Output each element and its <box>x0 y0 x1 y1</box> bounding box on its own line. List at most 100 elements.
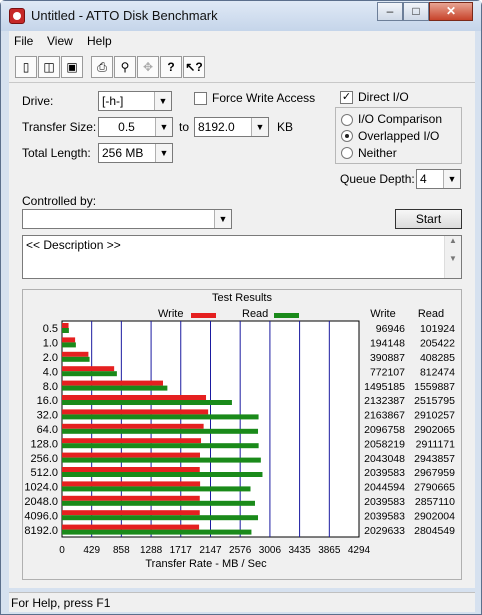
controlled-by-select[interactable]: ▼ <box>22 209 232 229</box>
total-length-select[interactable]: 256 MB ▼ <box>98 143 173 163</box>
app-window: Untitled - ATTO Disk Benchmark – □ ✕ Fil… <box>0 0 482 615</box>
x-tick-label: 2576 <box>229 545 252 556</box>
write-value: 2058219 <box>364 438 405 450</box>
chevron-down-icon[interactable]: ▼ <box>155 144 172 162</box>
plot-area: 0 429 858 1288 1717 2147 2576 3006 3435 3865 4294 0… <box>24 320 455 556</box>
controlled-by-label: Controlled by: <box>22 194 97 208</box>
legend-write-label: Write <box>158 308 183 320</box>
category-label: 16.0 <box>37 395 58 407</box>
write-bar <box>62 351 89 357</box>
write-bar <box>62 380 163 386</box>
description-box[interactable]: << Description >> ▲ ▼ <box>22 235 462 279</box>
read-bar <box>62 457 261 463</box>
help-icon[interactable]: ? <box>160 56 182 78</box>
menu-bar: File View Help <box>9 31 475 51</box>
chevron-down-icon[interactable]: ▼ <box>443 170 460 188</box>
print-icon[interactable]: ⎙ <box>91 56 113 78</box>
write-bar <box>62 467 200 472</box>
read-bar <box>62 443 259 449</box>
total-length-value: 256 MB <box>102 146 144 160</box>
drive-value: [-h-] <box>102 94 124 108</box>
queue-depth-label: Queue Depth: <box>340 172 415 186</box>
minimize-button[interactable]: – <box>377 2 403 21</box>
description-scrollbar[interactable]: ▲ ▼ <box>444 236 461 278</box>
maximize-button[interactable]: □ <box>403 2 429 21</box>
move-icon[interactable]: ✥ <box>137 56 159 78</box>
write-value: 2029633 <box>364 525 405 537</box>
transfer-size-from-select[interactable]: 0.5 ▼ <box>98 117 173 137</box>
results-chart: Test Results Write Read Write Read 0 429 8… <box>23 290 461 579</box>
x-tick-label: 1717 <box>170 545 193 556</box>
category-label: 4096.0 <box>24 510 58 522</box>
overlapped-io-radio[interactable] <box>341 130 353 142</box>
neither-radio[interactable] <box>341 147 353 159</box>
toolbar: ▯ ◫ ▣ ⎙ ⚲ ✥ ? ↖? <box>9 51 475 83</box>
read-value: 2515795 <box>414 395 455 407</box>
category-label: 8.0 <box>43 381 58 393</box>
transfer-size-to-select[interactable]: 8192.0 ▼ <box>194 117 269 137</box>
chevron-down-icon[interactable]: ▼ <box>214 210 231 228</box>
direct-io-checkbox[interactable]: ✓ <box>340 91 353 104</box>
save-icon[interactable]: ▣ <box>61 56 83 78</box>
test-results-panel: Test Results Write Read Write Read 0 429 8… <box>22 289 462 580</box>
read-bar <box>62 414 259 420</box>
menu-help[interactable]: Help <box>87 34 112 48</box>
chevron-down-icon[interactable]: ▼ <box>251 118 268 136</box>
table-header-write: Write <box>370 308 395 320</box>
write-value: 2039583 <box>364 467 405 479</box>
open-folder-icon[interactable]: ◫ <box>38 56 60 78</box>
print-preview-icon[interactable]: ⚲ <box>114 56 136 78</box>
category-label: 8192.0 <box>24 525 58 537</box>
menu-view[interactable]: View <box>47 34 73 48</box>
legend-read-swatch <box>274 313 299 318</box>
transfer-size-label: Transfer Size: <box>22 120 97 134</box>
main-panel: Drive: [-h-] ▼ Transfer Size: 0.5 ▼ to 8… <box>9 83 475 588</box>
chevron-down-icon[interactable]: ▼ <box>155 118 172 136</box>
write-value: 2163867 <box>364 410 405 422</box>
x-tick-label: 429 <box>83 545 100 556</box>
category-label: 2048.0 <box>24 496 58 508</box>
read-bar <box>62 342 76 348</box>
drive-select[interactable]: [-h-] ▼ <box>98 91 172 111</box>
start-button[interactable]: Start <box>395 209 462 229</box>
neither-label: Neither <box>358 146 397 160</box>
read-value: 101924 <box>420 323 455 335</box>
write-value: 772107 <box>370 366 405 378</box>
read-value: 2902004 <box>414 510 455 522</box>
write-bar <box>62 423 204 429</box>
write-bar <box>62 337 76 343</box>
drive-label: Drive: <box>22 94 54 108</box>
x-tick-label: 2147 <box>199 545 222 556</box>
queue-depth-select[interactable]: 4 ▼ <box>416 169 461 189</box>
x-tick-label: 3006 <box>259 545 282 556</box>
close-button[interactable]: ✕ <box>429 2 473 21</box>
category-label: 1024.0 <box>24 482 58 494</box>
read-bar <box>62 328 69 333</box>
x-axis-label: Transfer Rate - MB / Sec <box>145 558 267 570</box>
read-value: 812474 <box>420 366 455 378</box>
category-label: 256.0 <box>30 453 58 465</box>
force-write-checkbox[interactable] <box>194 92 207 105</box>
kb-label: KB <box>277 120 294 134</box>
write-bar <box>62 323 69 328</box>
x-tick-label: 0 <box>59 545 65 556</box>
write-value: 2039583 <box>364 510 405 522</box>
read-value: 205422 <box>420 338 455 350</box>
title-bar[interactable]: Untitled - ATTO Disk Benchmark – □ ✕ <box>1 1 481 31</box>
total-length-label: Total Length: <box>22 146 91 160</box>
direct-io-label: Direct I/O <box>358 90 409 104</box>
category-label: 128.0 <box>30 438 58 450</box>
io-comparison-radio[interactable] <box>341 114 353 126</box>
menu-file[interactable]: File <box>14 34 33 48</box>
write-bar <box>62 452 200 458</box>
context-help-icon[interactable]: ↖? <box>183 56 205 78</box>
read-value: 2857110 <box>415 496 455 508</box>
read-value: 2910257 <box>414 410 455 422</box>
chevron-down-icon[interactable]: ▼ <box>154 92 171 110</box>
write-bar <box>62 409 209 415</box>
status-text: For Help, press F1 <box>11 596 111 610</box>
new-document-icon[interactable]: ▯ <box>15 56 37 78</box>
transfer-to-value: 8192.0 <box>198 120 235 134</box>
read-value: 2967959 <box>414 467 455 479</box>
read-value: 2943857 <box>414 453 455 465</box>
